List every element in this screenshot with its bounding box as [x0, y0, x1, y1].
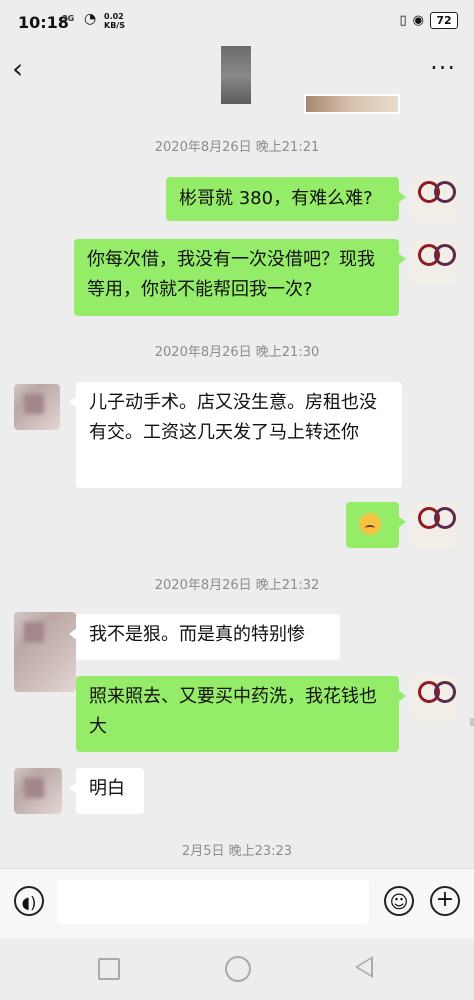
status-bar: 10:18 3G ◔ 0.02 KB/S ▯ ◉ 72: [0, 0, 474, 46]
annoyed-emoji-icon: [359, 513, 381, 535]
square-icon[interactable]: [98, 958, 120, 980]
message-bubble-sent[interactable]: 你每次借，我没有一次没借吧？现我等用，你就不能帮回我一次?: [74, 239, 406, 316]
emoji-button[interactable]: ☺: [384, 886, 414, 916]
back-button[interactable]: ‹: [12, 54, 40, 86]
battery-icon: 72: [430, 12, 458, 29]
message-text: 明白: [89, 778, 125, 799]
message-bubble-received[interactable]: 我不是狠。而是真的特别惨: [69, 614, 340, 660]
message-input[interactable]: [57, 880, 369, 924]
my-avatar[interactable]: [412, 676, 458, 722]
status-right-icons: ▯ ◉ 72: [399, 12, 458, 29]
my-avatar[interactable]: [412, 239, 458, 285]
emoji-icon: ☺: [389, 892, 409, 913]
message-bubble-sent[interactable]: 彬哥就 380，有难么难?: [166, 177, 406, 221]
message-text: 儿子动手术。店又没生意。房租也没有交。工资这几天发了马上转还你: [89, 392, 377, 443]
plus-icon: +: [435, 887, 455, 912]
timestamp: 2020年8月26日 晚上21:30: [154, 345, 320, 360]
voice-button[interactable]: ◖): [14, 886, 44, 916]
message-bubble-sent[interactable]: 照来照去、又要买中药洗，我花钱也大: [76, 676, 406, 752]
speed-value: 0.02: [104, 12, 124, 21]
voice-icon: ◖): [21, 893, 37, 912]
chevron-left-icon: ‹: [12, 52, 24, 85]
image-message-fragment[interactable]: [304, 94, 400, 114]
network-speed: 0.02 KB/S: [104, 12, 134, 30]
triangle-back-icon[interactable]: [355, 956, 373, 978]
message-bubble-sent[interactable]: [346, 502, 406, 548]
timestamp: 2020年8月26日 晚上21:32: [154, 578, 320, 593]
timestamp: 2020年8月26日 晚上21:21: [154, 140, 320, 155]
contact-avatar[interactable]: [14, 612, 76, 692]
message-text: 彬哥就 380，有难么难?: [179, 188, 373, 209]
my-avatar[interactable]: [412, 176, 458, 222]
lock-icon: ◉: [412, 13, 424, 28]
plus-button[interactable]: +: [430, 886, 460, 916]
chat-history[interactable]: 2020年8月26日 晚上21:21 彬哥就 380，有难么难? 你每次借，我没…: [0, 94, 474, 868]
timestamp: 2月5日 晚上23:23: [181, 844, 293, 859]
system-navigation-bar: [0, 938, 474, 1000]
chat-header: ‹ ···: [0, 46, 474, 104]
my-avatar[interactable]: [412, 502, 458, 548]
message-text: 我不是狠。而是真的特别惨: [89, 624, 305, 645]
message-bubble-received[interactable]: 明白: [69, 768, 144, 814]
vibrate-icon: ▯: [399, 13, 407, 28]
message-bubble-received[interactable]: 儿子动手术。店又没生意。房租也没有交。工资这几天发了马上转还你: [69, 382, 402, 488]
message-input-bar: ◖) ☺ +: [0, 868, 474, 939]
message-text: 你每次借，我没有一次没借吧？现我等用，你就不能帮回我一次?: [87, 249, 375, 300]
message-text: 照来照去、又要买中药洗，我花钱也大: [89, 686, 377, 737]
circle-icon[interactable]: [225, 956, 251, 982]
more-options-button[interactable]: ···: [430, 54, 456, 82]
contact-avatar[interactable]: [14, 768, 62, 814]
speed-unit: KB/S: [104, 21, 125, 30]
contact-avatar[interactable]: [14, 384, 60, 430]
scroll-indicator[interactable]: [470, 718, 474, 726]
network-type: 3G: [62, 14, 75, 23]
wifi-icon: ◔: [84, 11, 97, 27]
